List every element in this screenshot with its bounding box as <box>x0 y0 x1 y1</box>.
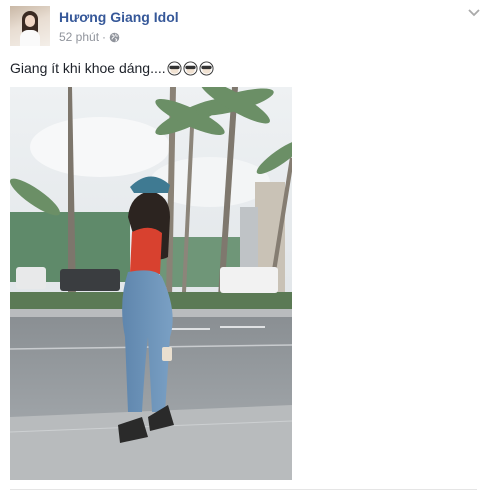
see-no-evil-monkey-emoji <box>199 60 214 76</box>
meta-separator: · <box>102 30 107 44</box>
facebook-post: Hương Giang Idol 52 phút · Giang ít khi … <box>0 0 487 495</box>
post-photo[interactable] <box>10 87 292 480</box>
post-meta: 52 phút · <box>59 30 120 44</box>
see-no-evil-monkey-emoji <box>167 60 182 76</box>
globe-icon[interactable] <box>109 32 120 43</box>
post-divider <box>10 489 477 490</box>
post-timestamp[interactable]: 52 phút <box>59 30 99 44</box>
chevron-down-icon[interactable] <box>467 8 481 18</box>
post-caption-text: Giang ít khi khoe dáng.... <box>10 60 166 76</box>
see-no-evil-monkey-emoji <box>183 60 198 76</box>
author-avatar[interactable] <box>10 6 50 46</box>
post-caption: Giang ít khi khoe dáng.... <box>10 60 214 76</box>
author-name-link[interactable]: Hương Giang Idol <box>59 9 179 25</box>
